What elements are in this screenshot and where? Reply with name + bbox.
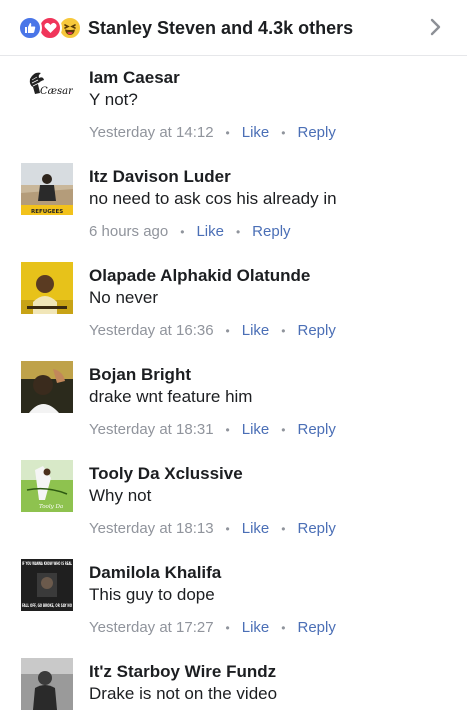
reply-button[interactable]: Reply [297,618,335,638]
comment-author[interactable]: Olapade Alphakid Olatunde [89,266,310,286]
comment-meta: Yesterday at 14:12 • Like • Reply [89,123,336,143]
reply-button[interactable]: Reply [297,321,335,341]
separator-dot: • [281,423,286,437]
comment-timestamp[interactable]: Yesterday at 14:12 [89,123,214,143]
separator-dot: • [235,225,241,239]
separator-dot: • [225,621,230,635]
avatar-caption-bottom: FALL OFF, GO BROKE, OR SAY NO [22,603,72,608]
reply-button[interactable]: Reply [297,519,335,539]
comment-timestamp[interactable]: Yesterday at 17:27 [89,618,214,638]
comment-meta: Yesterday at 18:13 • Like • Reply [89,519,336,539]
separator-dot: • [180,225,185,239]
comment-timestamp[interactable]: Yesterday at 16:36 [89,321,214,341]
comment-text: Drake is not on the video [89,684,278,703]
comment-meta: Yesterday at 16:36 • Like • Reply [89,321,336,341]
comment-timestamp[interactable]: 6 hours ago [89,222,168,242]
avatar[interactable] [21,262,73,314]
like-button[interactable]: Like [242,420,270,440]
separator-dot: • [281,126,286,140]
reply-button[interactable]: Reply [297,123,335,143]
comment-text: Y not? [89,90,138,109]
separator-dot: • [281,324,286,338]
comment-author[interactable]: Itz Davison Luder [89,167,231,187]
comment-meta: 6 hours ago • Like • Reply [89,222,291,242]
comment-text: No never [89,288,158,307]
comment-item: Tooly Da Tooly Da Xclussive Why not Yest… [0,452,467,551]
comment-text: Why not [89,486,152,505]
comment-item: IF YOU WANNA KNOW WHO IS REAL FALL OFF, … [0,551,467,650]
separator-dot: • [225,324,230,338]
comment-author[interactable]: Bojan Bright [89,365,191,385]
comment-author[interactable]: Iam Caesar [89,68,180,88]
comment-item: Bojan Bright drake wnt feature him Yeste… [0,353,467,452]
comment-meta: Yesterday at 18:31 • Like • Reply [89,420,336,440]
comment-meta: Yesterday at 17:27 • Like • Reply [89,618,336,638]
comment-text: This guy to dope [89,585,215,604]
avatar[interactable] [21,361,73,413]
comment-text: drake wnt feature him [89,387,253,406]
avatar[interactable]: Tooly Da [21,460,73,512]
reactors-summary-text[interactable]: Stanley Steven and 4.3k others [88,16,353,40]
chevron-right-icon[interactable] [428,15,444,39]
separator-dot: • [225,423,230,437]
comment-timestamp[interactable]: Yesterday at 18:13 [89,519,214,539]
reply-button[interactable]: Reply [252,222,290,242]
avatar[interactable]: REFUGEES [21,163,73,215]
reactions-summary-bar[interactable]: Stanley Steven and 4.3k others [0,0,467,56]
avatar[interactable] [21,658,73,710]
comment-author[interactable]: Tooly Da Xclussive [89,464,243,484]
like-button[interactable]: Like [242,321,270,341]
avatar-caption: REFUGEES [31,209,63,215]
comment-item: REFUGEES Itz Davison Luder no need to as… [0,155,467,254]
separator-dot: • [281,621,286,635]
avatar-caption: Cæsar [40,86,73,97]
separator-dot: • [281,522,286,536]
avatar[interactable]: IF YOU WANNA KNOW WHO IS REAL FALL OFF, … [21,559,73,611]
avatar-caption-top: IF YOU WANNA KNOW WHO IS REAL [22,561,72,566]
like-button[interactable]: Like [242,519,270,539]
comment-timestamp[interactable]: Yesterday at 18:31 [89,420,214,440]
reaction-icons [18,16,84,40]
avatar[interactable]: Cæsar [21,65,73,117]
comment-author[interactable]: It'z Starboy Wire Fundz [89,662,276,682]
reply-button[interactable]: Reply [297,420,335,440]
like-button[interactable]: Like [196,222,224,242]
comment-author[interactable]: Damilola Khalifa [89,563,221,583]
like-button[interactable]: Like [242,618,270,638]
separator-dot: • [225,126,230,140]
comment-item: Cæsar Iam Caesar Y not? Yesterday at 14:… [0,56,467,155]
comment-text: no need to ask cos his already in [89,189,337,208]
comment-item: Olapade Alphakid Olatunde No never Yeste… [0,254,467,353]
like-button[interactable]: Like [242,123,270,143]
like-reaction-icon [18,16,42,40]
avatar-caption: Tooly Da [39,504,63,510]
separator-dot: • [225,522,230,536]
comment-item: It'z Starboy Wire Fundz Drake is not on … [0,650,467,720]
